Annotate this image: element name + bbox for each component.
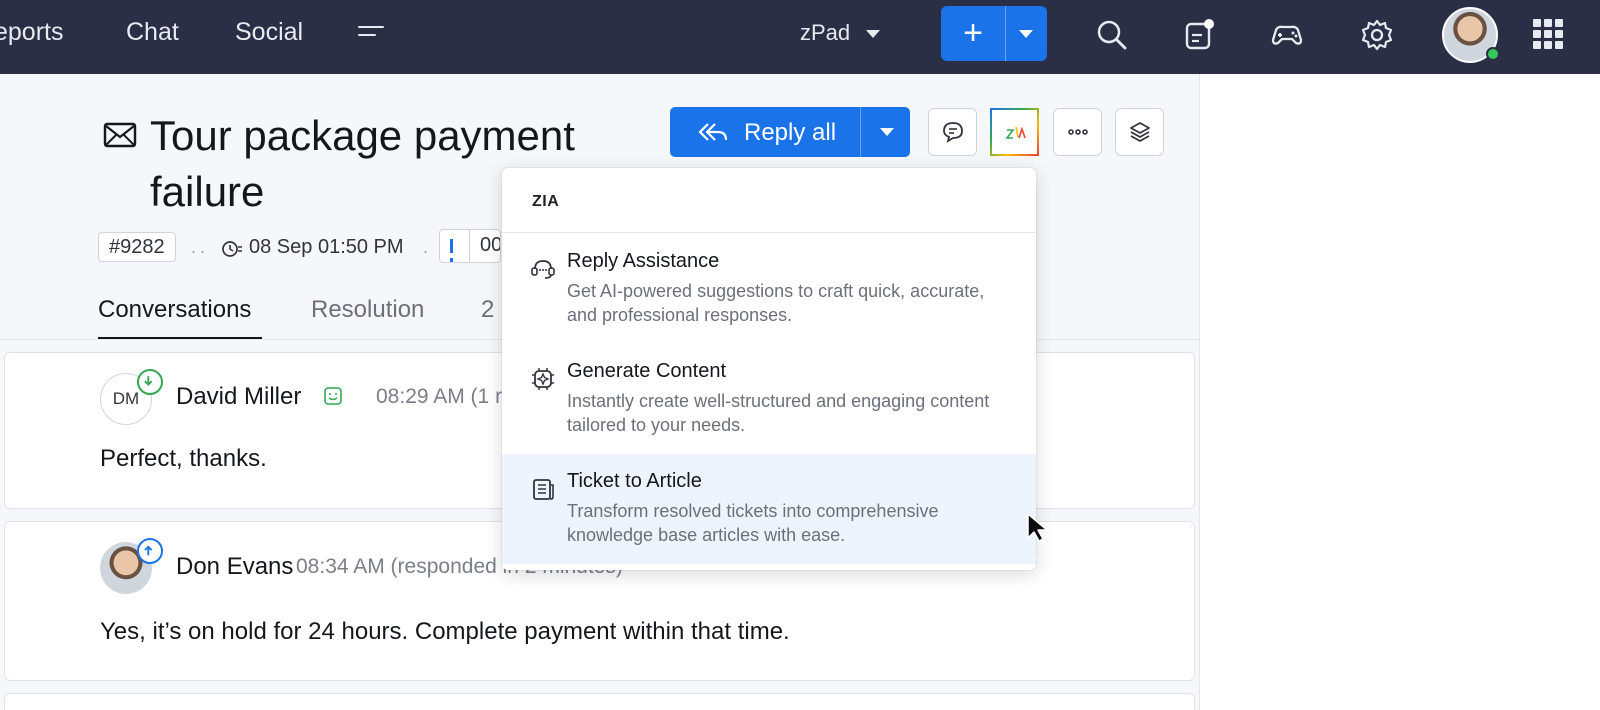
menu-item-ticket-to-article[interactable]: Ticket to Article Transform resolved tic… — [502, 454, 1036, 564]
menu-item-title: Ticket to Article — [567, 470, 702, 492]
gamepad-icon[interactable] — [1270, 18, 1304, 52]
message-timestamp: 08:29 AM (1 r — [376, 385, 503, 408]
timer-value: 00 — [480, 234, 501, 256]
comment-button[interactable] — [928, 108, 977, 156]
ticket-to-article-icon — [533, 479, 554, 500]
menu-header: ZIA — [532, 193, 560, 210]
tab-conversations[interactable]: Conversations — [98, 296, 251, 324]
email-icon — [103, 122, 137, 148]
divider — [1005, 6, 1006, 61]
mouse-cursor-icon — [1027, 513, 1048, 542]
ticket-timer[interactable]: 00 — [439, 229, 501, 263]
menu-item-description: Get AI-powered suggestions to craft quic… — [567, 281, 985, 325]
reply-assistance-icon — [531, 260, 555, 279]
zia-button[interactable] — [990, 108, 1039, 156]
online-status-icon — [1486, 47, 1500, 61]
separator: . — [423, 237, 429, 257]
notes-icon[interactable] — [1182, 18, 1216, 52]
nav-social[interactable]: Social — [235, 18, 303, 47]
ticket-id-badge[interactable]: #9282 — [98, 232, 176, 262]
happy-sentiment-icon — [324, 387, 342, 405]
tab-resolution[interactable]: Resolution — [311, 296, 424, 324]
workspace-switcher[interactable]: zPad — [800, 20, 850, 46]
sender-name[interactable]: David Miller — [176, 383, 301, 411]
menu-item-description: Transform resolved tickets into comprehe… — [567, 501, 939, 545]
gear-icon[interactable] — [1360, 18, 1394, 52]
separator: .. — [191, 237, 210, 257]
more-options-button[interactable] — [1053, 108, 1102, 156]
divider — [502, 232, 1036, 233]
incoming-arrow-icon — [137, 369, 163, 395]
chevron-down-icon[interactable] — [866, 30, 880, 38]
menu-item-description: Instantly create well-structured and eng… — [567, 391, 990, 435]
reply-all-label: Reply all — [744, 119, 837, 146]
more-modules-icon[interactable] — [358, 26, 386, 44]
conversation-card[interactable] — [4, 693, 1195, 710]
menu-item-generate-content[interactable]: Generate Content Instantly create well-s… — [502, 344, 1036, 452]
plus-icon[interactable]: + — [941, 6, 1005, 61]
zia-dropdown-menu: ZIA Reply Assistance Get AI-powered sugg… — [502, 168, 1036, 570]
menu-item-title: Reply Assistance — [567, 250, 720, 272]
menu-item-reply-assistance[interactable]: Reply Assistance Get AI-powered suggesti… — [502, 234, 1036, 342]
add-button[interactable]: + — [941, 6, 1047, 61]
message-body: Perfect, thanks. — [100, 445, 267, 472]
menu-item-title: Generate Content — [567, 360, 726, 382]
right-side-pane — [1201, 74, 1600, 710]
generate-content-icon — [532, 368, 554, 390]
nav-reports[interactable]: eports — [0, 18, 63, 47]
sender-name[interactable]: Don Evans — [176, 553, 293, 581]
search-icon[interactable] — [1095, 18, 1129, 52]
ellipsis-icon — [1068, 129, 1088, 135]
zia-icon — [1005, 126, 1026, 139]
layers-button[interactable] — [1115, 108, 1164, 156]
layers-icon — [1130, 122, 1150, 142]
divider — [860, 107, 861, 157]
divider — [469, 230, 470, 262]
tab-more[interactable]: 2 — [481, 296, 494, 324]
add-options-chevron-icon[interactable] — [1019, 30, 1033, 38]
comment-icon — [943, 122, 963, 143]
reply-options-chevron-icon[interactable] — [880, 128, 894, 136]
reply-all-icon — [698, 123, 728, 141]
pause-icon[interactable] — [450, 239, 460, 262]
due-clock-icon — [222, 241, 242, 257]
top-nav-bar: eports Chat Social zPad + — [0, 0, 1600, 74]
reply-all-button[interactable]: Reply all — [670, 107, 910, 157]
due-date: 08 Sep 01:50 PM — [249, 236, 404, 258]
message-body: Yes, it’s on hold for 24 hours. Complete… — [100, 618, 790, 645]
outgoing-arrow-icon — [137, 538, 163, 564]
apps-grid-icon[interactable] — [1533, 19, 1563, 49]
nav-chat[interactable]: Chat — [126, 18, 179, 47]
